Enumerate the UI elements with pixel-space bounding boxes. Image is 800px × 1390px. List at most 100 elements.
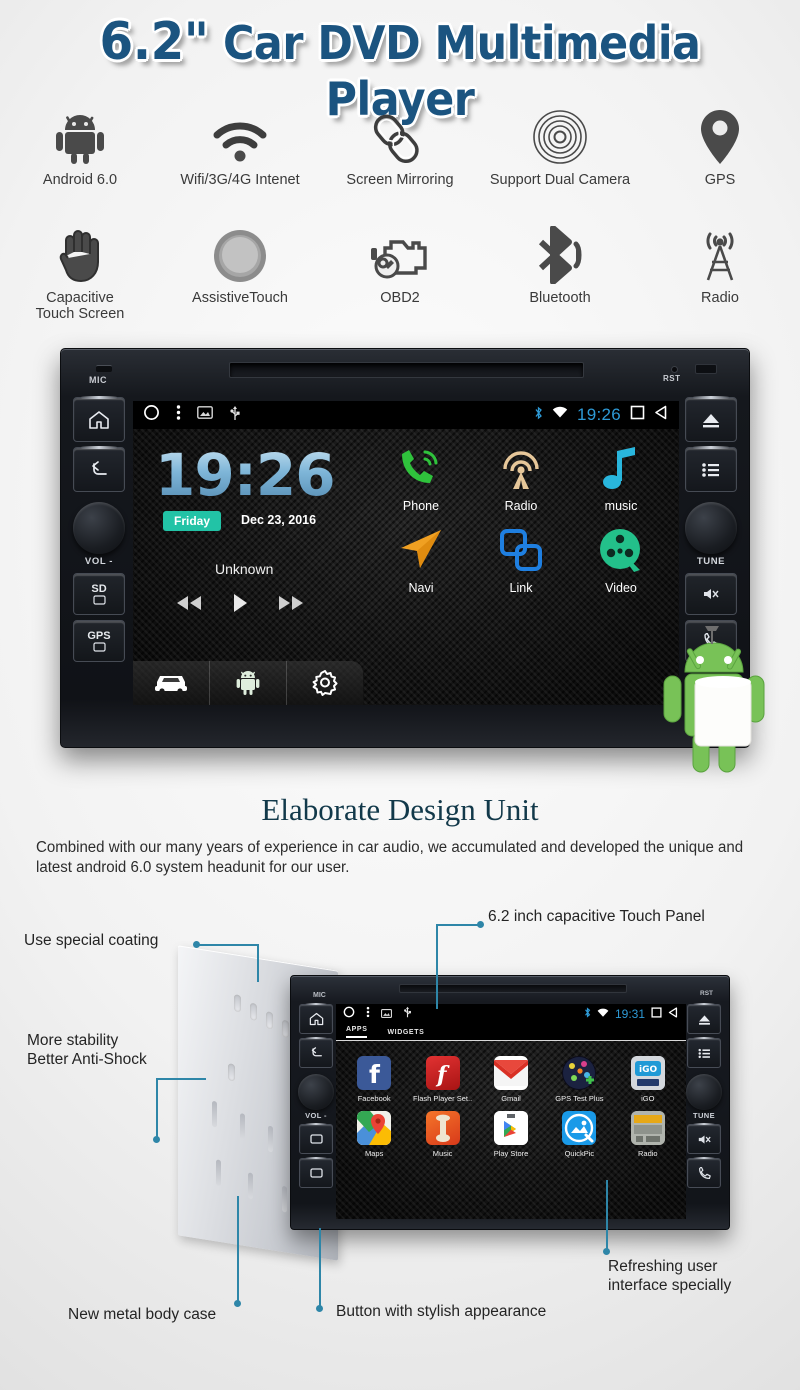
- play-icon[interactable]: [231, 593, 249, 618]
- rewind-icon[interactable]: [175, 594, 203, 617]
- app-music[interactable]: Music: [408, 1111, 476, 1158]
- app-gmail[interactable]: Gmail: [477, 1056, 545, 1103]
- car-icon: [155, 676, 187, 694]
- volume-knob[interactable]: [73, 502, 125, 554]
- head-unit-exploded: MIC RST VOL - TUNE 19:31 APPS WIDGETS f …: [290, 975, 730, 1230]
- callout-line: [436, 924, 438, 1009]
- sd-card-slot[interactable]: SD: [73, 573, 125, 615]
- exploded-left-bezel: VOL -: [296, 1003, 336, 1192]
- callout-touch-panel: 6.2 inch capacitive Touch Panel: [488, 908, 705, 925]
- igo-icon: iGO: [630, 1056, 665, 1090]
- square-icon[interactable]: [651, 1005, 662, 1023]
- app-drawer-grid: f Facebook f Flash Player Set.. Gmail GP…: [336, 1048, 686, 1166]
- sd-card-slot[interactable]: [299, 1123, 333, 1154]
- eject-button[interactable]: [687, 1003, 721, 1034]
- tab-settings[interactable]: [287, 661, 363, 705]
- mute-button[interactable]: [687, 1123, 721, 1154]
- home-button[interactable]: [73, 396, 125, 442]
- gps-slot[interactable]: GPS: [73, 620, 125, 662]
- volume-knob[interactable]: [298, 1074, 334, 1110]
- google-maps-icon: [357, 1111, 392, 1145]
- bluetooth-icon: [584, 1005, 591, 1023]
- app-drawer-tabs: APPS WIDGETS: [336, 1024, 686, 1041]
- tab-car[interactable]: [133, 661, 210, 705]
- clock-widget: 19:26: [155, 441, 336, 509]
- app-label: music: [604, 499, 638, 513]
- back-triangle-icon[interactable]: [668, 1005, 679, 1023]
- back-triangle-icon[interactable]: [654, 405, 669, 425]
- feature-label: Capacitive Touch Screen: [35, 290, 125, 323]
- tune-knob[interactable]: [685, 502, 737, 554]
- callout-ui: Refreshing user interface specially: [608, 1258, 731, 1296]
- home-button[interactable]: [299, 1003, 333, 1034]
- microphone-hole: [96, 365, 112, 372]
- bottom-tab-bar: [133, 661, 363, 705]
- hand-touch-icon: [0, 222, 160, 284]
- back-button[interactable]: [73, 446, 125, 492]
- tab-android[interactable]: [210, 661, 287, 705]
- app-gps-test-plus[interactable]: GPS Test Plus: [545, 1056, 613, 1103]
- app-label: Facebook: [357, 1094, 391, 1103]
- circle-icon[interactable]: [343, 1005, 355, 1023]
- tune-knob[interactable]: [686, 1074, 722, 1110]
- tab-apps[interactable]: APPS: [346, 1026, 368, 1038]
- radio-waves-icon: [471, 435, 571, 501]
- kebab-menu-icon[interactable]: [176, 404, 181, 426]
- device-top-bezel: MIC RST: [61, 349, 751, 399]
- section-title: Elaborate Design Unit: [261, 792, 539, 827]
- image-icon: [381, 1005, 392, 1023]
- list-button[interactable]: [687, 1037, 721, 1068]
- gps-slot[interactable]: [299, 1157, 333, 1188]
- kebab-menu-icon[interactable]: [366, 1005, 370, 1023]
- touch-screen[interactable]: 19:26 19:26 Friday Dec 23, 2016 Unknown: [133, 401, 679, 705]
- app-navi[interactable]: Navi: [371, 517, 471, 595]
- reset-pinhole[interactable]: [672, 367, 677, 372]
- callout-line: [319, 1228, 321, 1310]
- eject-button[interactable]: [685, 396, 737, 442]
- sd-label: SD: [91, 582, 107, 595]
- list-button[interactable]: [685, 446, 737, 492]
- feature-row-2: Capacitive Touch Screen AssistiveTouch O…: [0, 222, 800, 322]
- volume-knob-label: VOL -: [305, 1111, 327, 1120]
- app-facebook[interactable]: f Facebook: [340, 1056, 408, 1103]
- forward-icon[interactable]: [277, 594, 305, 617]
- dvd-disc-slot[interactable]: [399, 984, 627, 993]
- app-play-store[interactable]: Play Store: [477, 1111, 545, 1158]
- mute-button[interactable]: [685, 573, 737, 615]
- film-reel-icon: [571, 517, 671, 583]
- app-label: Flash Player Set..: [412, 1094, 473, 1103]
- phone-button[interactable]: [687, 1157, 721, 1188]
- feature-dual-camera: Support Dual Camera: [480, 104, 640, 188]
- app-maps[interactable]: Maps: [340, 1111, 408, 1158]
- flash-player-icon: f: [425, 1056, 460, 1090]
- circle-icon[interactable]: [143, 404, 160, 426]
- app-igo[interactable]: iGO iGO: [614, 1056, 682, 1103]
- back-arrow-icon: [311, 1047, 322, 1057]
- feature-label: Support Dual Camera: [489, 172, 631, 188]
- app-music[interactable]: music: [571, 435, 671, 513]
- dvd-disc-slot[interactable]: [229, 362, 584, 378]
- exploded-right-bezel: TUNE: [684, 1003, 724, 1192]
- wifi-icon: [160, 104, 320, 166]
- app-video[interactable]: Video: [571, 517, 671, 595]
- feature-label: OBD2: [380, 290, 420, 306]
- date-text: Dec 23, 2016: [241, 513, 317, 527]
- mic-label: MIC: [89, 375, 107, 385]
- feature-obd2: OBD2: [320, 222, 480, 322]
- back-button[interactable]: [299, 1037, 333, 1068]
- volume-knob-label: VOL -: [84, 556, 114, 567]
- app-phone[interactable]: Phone: [371, 435, 471, 513]
- camera-rings-icon: [480, 104, 640, 166]
- app-quickpic[interactable]: QuickPic: [545, 1111, 613, 1158]
- app-radio[interactable]: Radio: [471, 435, 571, 513]
- list-icon: [702, 462, 719, 477]
- chain-link-icon: [320, 104, 480, 166]
- app-radio[interactable]: Radio: [614, 1111, 682, 1158]
- square-icon[interactable]: [630, 405, 645, 425]
- exploded-touch-screen[interactable]: 19:31 APPS WIDGETS f Facebook f Flash Pl…: [336, 1004, 686, 1219]
- head-unit-device: MIC RST VOL - SD GPS TUNE 19:26 19:26 Fr…: [60, 348, 750, 748]
- app-link[interactable]: Link: [471, 517, 571, 595]
- app-flash-player[interactable]: f Flash Player Set..: [408, 1056, 476, 1103]
- facebook-icon: f: [357, 1056, 392, 1090]
- tab-widgets[interactable]: WIDGETS: [387, 1029, 424, 1036]
